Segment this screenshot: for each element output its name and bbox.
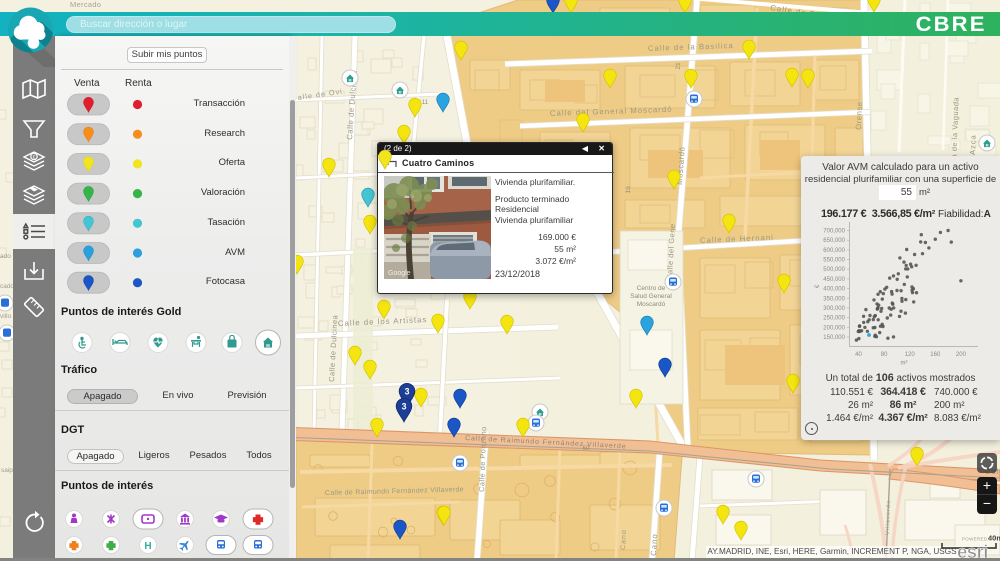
svg-text:Moscardó: Moscardó	[637, 301, 666, 308]
svg-text:M: M	[986, 143, 989, 147]
svg-text:Villaverde: Villaverde	[885, 500, 892, 536]
svg-text:Centro de: Centro de	[637, 285, 666, 292]
svg-text:550,000: 550,000	[823, 258, 845, 264]
svg-text:Mercado: Mercado	[70, 0, 101, 9]
svg-text:€: €	[815, 284, 821, 288]
svg-text:Orense: Orense	[854, 101, 864, 130]
svg-text:40: 40	[855, 352, 862, 358]
svg-text:Cano: Cano	[649, 533, 659, 556]
svg-text:Cano: Cano	[620, 529, 628, 550]
svg-text:400,000: 400,000	[823, 287, 845, 293]
svg-text:ado: ado	[0, 253, 11, 260]
svg-text:3: 3	[405, 387, 410, 397]
svg-text:M: M	[399, 90, 402, 94]
svg-text:21: 21	[675, 62, 682, 70]
svg-text:M: M	[266, 343, 270, 348]
svg-text:saip: saip	[1, 467, 13, 474]
svg-text:650,000: 650,000	[823, 238, 845, 244]
svg-text:250,000: 250,000	[823, 316, 845, 322]
svg-text:Azca: Azca	[968, 134, 978, 155]
svg-text:200,000: 200,000	[823, 325, 845, 331]
svg-text:M: M	[349, 78, 352, 82]
svg-text:150,000: 150,000	[823, 335, 845, 341]
svg-text:120: 120	[905, 352, 916, 358]
svg-text:500,000: 500,000	[823, 267, 845, 273]
svg-text:19: 19	[625, 186, 632, 194]
svg-text:350,000: 350,000	[823, 296, 845, 302]
svg-text:50: 50	[583, 446, 590, 452]
svg-text:300,000: 300,000	[823, 306, 845, 312]
svg-text:160: 160	[930, 352, 941, 358]
svg-text:200: 200	[956, 352, 967, 358]
svg-text:Google: Google	[388, 270, 411, 277]
svg-text:3: 3	[402, 402, 407, 412]
svg-text:€: €	[33, 154, 36, 160]
svg-text:80: 80	[881, 352, 888, 358]
svg-text:villo: villo	[0, 313, 12, 320]
svg-text:Salud General: Salud General	[630, 293, 672, 300]
svg-text:H: H	[144, 541, 151, 552]
svg-text:450,000: 450,000	[823, 277, 845, 283]
svg-text:11: 11	[422, 100, 429, 106]
svg-text:m²: m²	[901, 361, 908, 367]
svg-text:600,000: 600,000	[823, 248, 845, 254]
svg-text:700,000: 700,000	[823, 229, 845, 235]
